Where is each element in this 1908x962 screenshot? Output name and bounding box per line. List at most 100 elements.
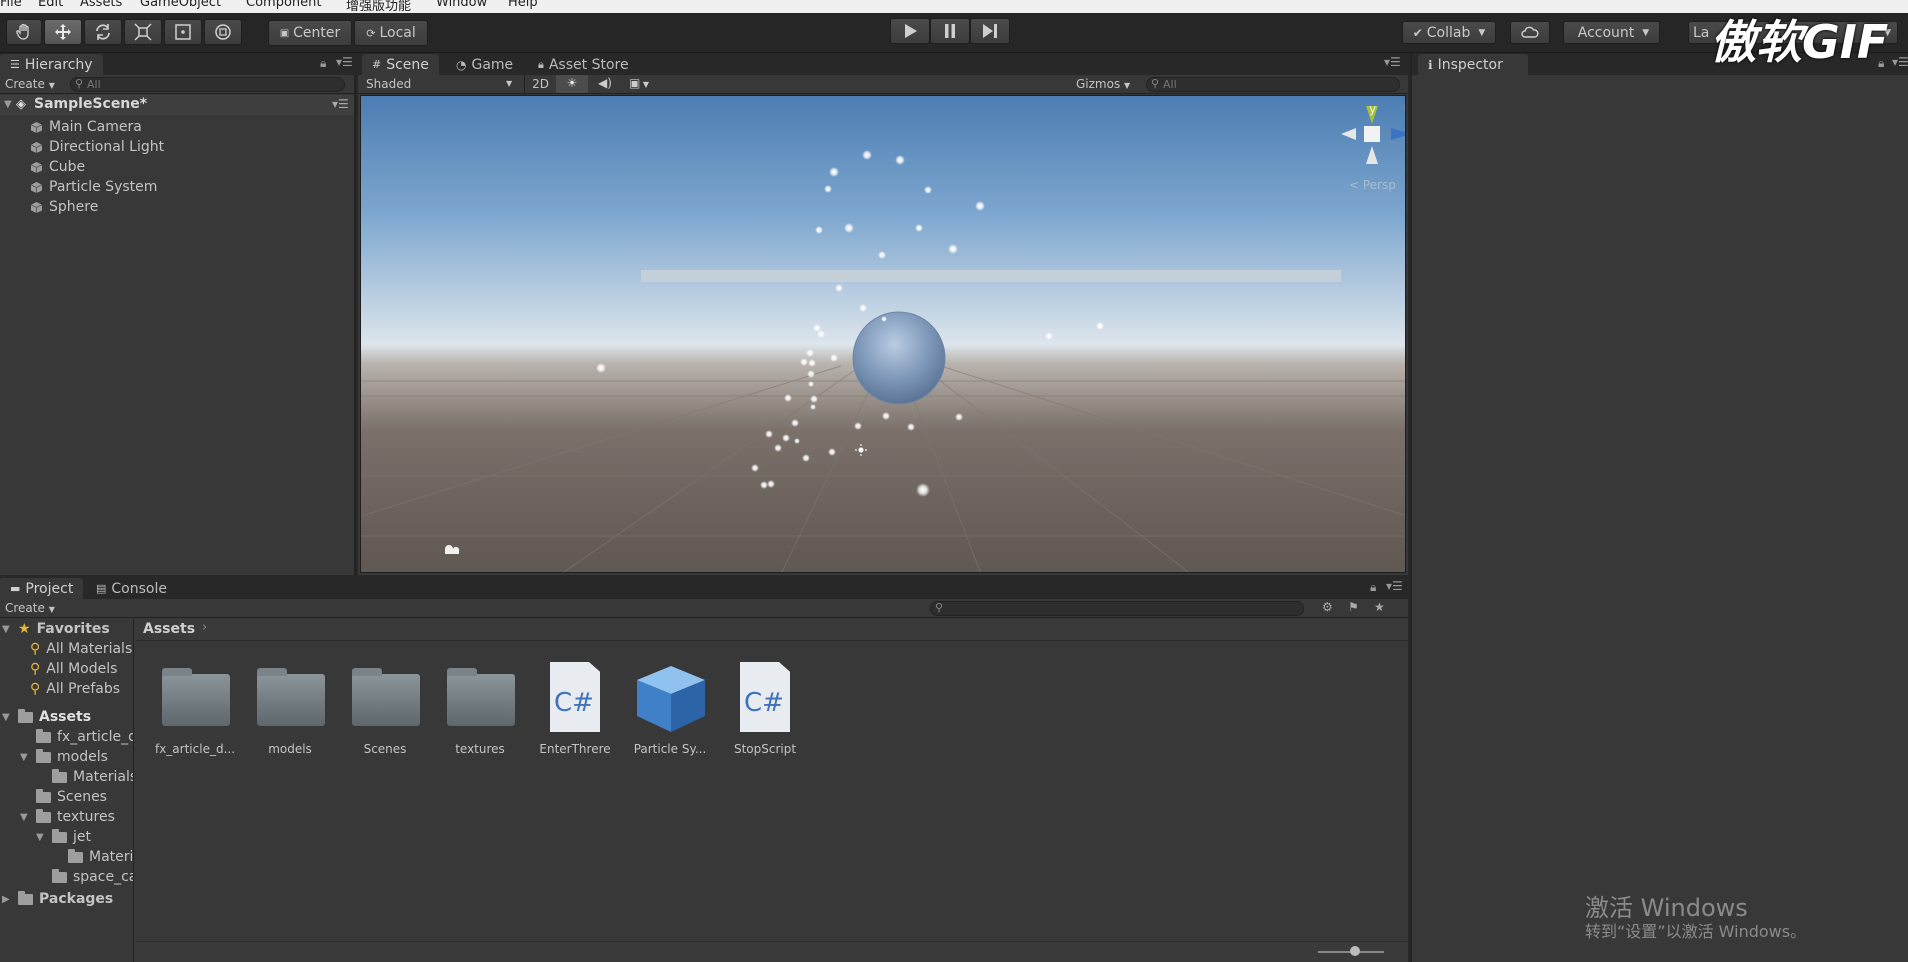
favorite-item[interactable]: ⚲ All Prefabs: [30, 679, 120, 699]
scale-tool-button[interactable]: [124, 19, 162, 45]
folder-icon: [52, 768, 67, 783]
scene-render: [361, 96, 1405, 572]
audio-toggle[interactable]: ◀): [592, 75, 618, 93]
panel-menu-icon[interactable]: ▾☰: [1892, 55, 1908, 69]
gizmos-dropdown[interactable]: Gizmos ▼: [1076, 77, 1130, 91]
breadcrumb-assets[interactable]: Assets: [143, 621, 195, 637]
scene-search-input[interactable]: All: [1146, 77, 1400, 92]
project-search-input[interactable]: [930, 601, 1304, 616]
pacman-icon: ◔: [456, 57, 467, 72]
lock-icon[interactable]: 🔒︎: [320, 56, 326, 71]
asset-label: StopScript: [733, 742, 797, 756]
asset-tree-item[interactable]: Scenes: [20, 787, 107, 807]
tab-inspector[interactable]: ℹ Inspector: [1418, 54, 1528, 75]
hierarchy-create-button[interactable]: Create ▼: [5, 77, 55, 91]
hierarchy-item[interactable]: Particle System: [30, 177, 157, 197]
gameobject-icon: [30, 161, 43, 174]
hierarchy-item[interactable]: Cube: [30, 157, 85, 177]
folder-icon: [36, 788, 51, 803]
asset-tree-item[interactable]: Materials: [36, 767, 133, 787]
folder-icon: [36, 748, 51, 763]
rotation-icon: ⟳: [366, 26, 376, 40]
collapse-arrow-icon: ▶: [2, 893, 10, 905]
axis-z-label: z: [1405, 128, 1406, 142]
lock-icon[interactable]: 🔒︎: [1370, 580, 1376, 595]
menu-edit[interactable]: Edit: [38, 0, 63, 10]
step-button[interactable]: [970, 18, 1010, 44]
transform-tool-button[interactable]: [204, 19, 242, 45]
account-dropdown[interactable]: Account ▼: [1563, 21, 1660, 44]
hierarchy-tabbar: ☰ Hierarchy 🔒︎ ▾☰: [0, 53, 356, 75]
tab-label: Game: [471, 56, 514, 73]
tab-project[interactable]: ▬ Project: [0, 578, 84, 599]
pivot-icon: ▣: [279, 27, 290, 39]
star-filter-icon[interactable]: ★: [1374, 600, 1385, 614]
effects-dropdown[interactable]: ▣ ▼: [622, 75, 656, 93]
asset-tree-item[interactable]: fx_article_d: [20, 727, 133, 747]
panel-menu-icon[interactable]: ▾☰: [1384, 55, 1401, 69]
asset-tree-item[interactable]: Materia: [52, 847, 133, 867]
hierarchy-item-label: Cube: [49, 159, 86, 175]
tab-asset-store[interactable]: 🔒︎ Asset Store: [528, 54, 639, 75]
expand-arrow-icon[interactable]: ▼: [4, 99, 14, 110]
rect-tool-button[interactable]: [164, 19, 202, 45]
scene-menu-icon[interactable]: ▾☰: [332, 97, 349, 111]
pivot-local-toggle[interactable]: ⟳ Local: [354, 20, 428, 46]
tab-console[interactable]: ▤ Console: [86, 578, 177, 599]
project-create-button[interactable]: Create ▼: [5, 601, 55, 615]
panel-menu-icon[interactable]: ▾☰: [1386, 579, 1403, 593]
main-toolbar: ▣ Center ⟳ Local ✔ Collab ▼ Account ▼ La ▼: [0, 13, 1908, 53]
favorites-header[interactable]: ▼ ★ Favorites: [2, 619, 110, 639]
assets-root[interactable]: ▼ Assets: [2, 707, 91, 727]
speaker-icon: ◀): [598, 76, 612, 90]
packages-root[interactable]: ▶ Packages: [2, 889, 113, 909]
shading-mode-dropdown[interactable]: Shaded ▼: [366, 77, 516, 91]
play-button[interactable]: [890, 18, 930, 44]
hierarchy-item[interactable]: Main Camera: [30, 117, 142, 137]
tab-scene[interactable]: # Scene: [362, 54, 439, 75]
menu-file[interactable]: File: [0, 0, 22, 10]
filter-label-icon[interactable]: ⚑: [1348, 600, 1359, 614]
slider-thumb[interactable]: [1350, 946, 1360, 956]
asset-tree-label: jet: [73, 829, 91, 845]
hierarchy-search-input[interactable]: All: [70, 77, 345, 92]
scene-lighting-toggle[interactable]: ☀: [556, 75, 588, 93]
hierarchy-item[interactable]: Sphere: [30, 197, 98, 217]
mode-2d-toggle[interactable]: 2D: [524, 75, 556, 93]
pivot-center-toggle[interactable]: ▣ Center: [268, 20, 352, 46]
menu-assets[interactable]: Assets: [80, 0, 122, 10]
hierarchy-item[interactable]: Directional Light: [30, 137, 164, 157]
gameobject-icon: [30, 141, 43, 154]
filter-type-icon[interactable]: ⚙: [1322, 600, 1333, 614]
tab-game[interactable]: ◔ Game: [446, 54, 523, 75]
panel-menu-icon[interactable]: ▾☰: [336, 55, 353, 69]
axis-y-label: y: [1369, 102, 1377, 116]
menu-window[interactable]: Window: [436, 0, 487, 10]
asset-tree-item[interactable]: ▼ jet: [36, 827, 91, 847]
folder-icon: [18, 708, 33, 723]
favorite-item[interactable]: ⚲ All Models: [30, 659, 117, 679]
pause-button[interactable]: [930, 18, 970, 44]
collab-dropdown[interactable]: ✔ Collab ▼: [1402, 21, 1496, 44]
scene-viewport[interactable]: y z < Persp: [360, 95, 1406, 573]
asset-tree-item[interactable]: space_ca: [36, 867, 133, 887]
cloud-button[interactable]: [1510, 21, 1550, 44]
rotate-tool-button[interactable]: [84, 19, 122, 45]
asset-tree-item[interactable]: ▼ textures: [20, 807, 115, 827]
expand-arrow-icon: ▼: [20, 811, 28, 823]
list-icon: ☰: [10, 58, 20, 71]
perspective-toggle[interactable]: < Persp: [1349, 178, 1396, 192]
tab-hierarchy[interactable]: ☰ Hierarchy: [0, 54, 103, 75]
menu-enhanced[interactable]: 增强版功能: [346, 0, 411, 13]
scene-header-row[interactable]: ▼ ◈ SampleScene* ▾☰: [0, 95, 354, 115]
asset-tree-item[interactable]: ▼ models: [20, 747, 108, 767]
project-panel: ▬ Project ▤ Console 🔒︎ ▾☰ Create ▼ ⚙ ⚑ ★ ▼…: [0, 577, 1408, 962]
menu-component[interactable]: Component: [246, 0, 321, 10]
hand-tool-button[interactable]: [6, 19, 42, 45]
move-tool-button[interactable]: [44, 19, 82, 45]
menu-gameobject[interactable]: GameObject: [140, 0, 221, 10]
menu-help[interactable]: Help: [508, 0, 538, 10]
favorite-item[interactable]: ⚲ All Materials: [30, 639, 132, 659]
create-label: Create: [5, 601, 45, 615]
cloud-icon: [1521, 26, 1539, 38]
